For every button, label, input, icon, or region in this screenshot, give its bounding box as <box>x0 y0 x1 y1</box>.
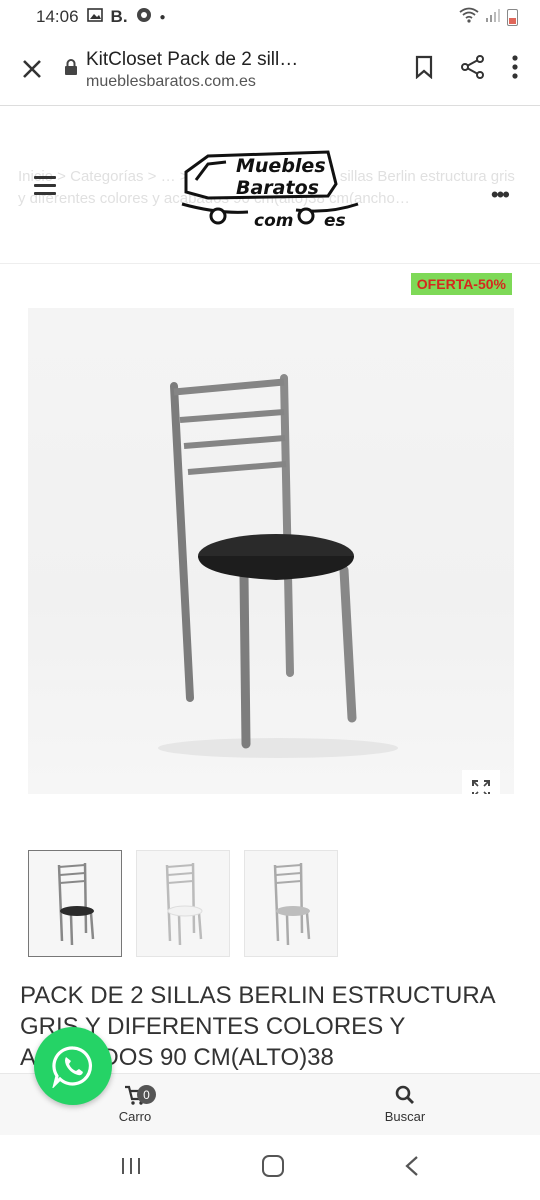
battery-icon <box>507 8 518 26</box>
recent-apps-button[interactable] <box>120 1156 142 1181</box>
notification-dot-icon: ● <box>159 11 166 23</box>
back-button[interactable] <box>404 1155 420 1182</box>
wifi-icon <box>459 7 479 28</box>
nav-cart-label: Carro <box>118 1109 152 1124</box>
chair-illustration <box>158 374 398 758</box>
share-button[interactable] <box>460 55 486 84</box>
status-time: 14:06 <box>36 7 79 26</box>
home-button[interactable] <box>261 1154 285 1183</box>
page-title: KitCloset Pack de 2 sill… <box>86 48 299 70</box>
thumbnail-3[interactable] <box>244 850 338 957</box>
chrome-icon <box>136 7 152 28</box>
browser-toolbar: KitCloset Pack de 2 sill… mueblesbaratos… <box>0 34 540 106</box>
hamburger-menu-icon[interactable] <box>34 176 56 200</box>
chair-thumbnail <box>165 862 203 945</box>
logo-text-com: com <box>254 211 293 230</box>
browser-menu-button[interactable] <box>512 55 518 84</box>
home-icon <box>261 1154 284 1177</box>
bookmark-button[interactable] <box>414 55 434 84</box>
close-tab-button[interactable] <box>0 53 64 87</box>
thumbnail-2[interactable] <box>136 850 230 957</box>
share-icon <box>461 55 484 79</box>
site-header: Inicio > Categorías > … > pack 2… > Pack… <box>0 106 540 264</box>
chair-thumbnail <box>273 862 311 945</box>
whatsapp-button[interactable] <box>34 1027 112 1105</box>
url-field[interactable]: KitCloset Pack de 2 sill… mueblesbaratos… <box>86 49 400 91</box>
chair-thumbnail <box>57 862 95 945</box>
page-domain: mueblesbaratos.com.es <box>86 72 256 90</box>
nav-search-label: Buscar <box>384 1109 426 1124</box>
signal-icon <box>485 7 501 28</box>
lock-icon <box>64 59 86 80</box>
expand-icon <box>472 780 490 794</box>
kebab-menu-icon <box>512 55 518 79</box>
nav-search[interactable]: Buscar <box>270 1074 540 1135</box>
logo-text-es: es <box>324 211 346 230</box>
expand-image-button[interactable] <box>462 770 500 794</box>
back-chevron-icon <box>405 1155 419 1176</box>
system-nav-bar <box>0 1136 540 1200</box>
cart-count-badge: 0 <box>137 1085 156 1104</box>
bookmark-icon <box>415 55 433 80</box>
gallery-icon <box>86 7 103 27</box>
offer-badge: OFERTA-50% <box>410 273 512 295</box>
thumbnail-1[interactable] <box>28 850 122 957</box>
logo-text-muebles: Muebles <box>236 155 326 177</box>
search-icon <box>395 1085 414 1104</box>
carrier-letter: B. <box>110 7 128 26</box>
product-main-image[interactable] <box>28 308 514 794</box>
recent-apps-icon <box>121 1157 140 1174</box>
close-icon <box>23 59 41 78</box>
more-options-icon[interactable]: ••• <box>491 182 510 208</box>
thumbnail-gallery <box>28 850 338 957</box>
whatsapp-icon <box>52 1046 93 1088</box>
site-logo[interactable]: Muebles Baratos com es <box>178 134 368 231</box>
logo-text-baratos: Baratos <box>236 177 319 199</box>
status-bar: 14:06 B. ● <box>0 0 540 34</box>
